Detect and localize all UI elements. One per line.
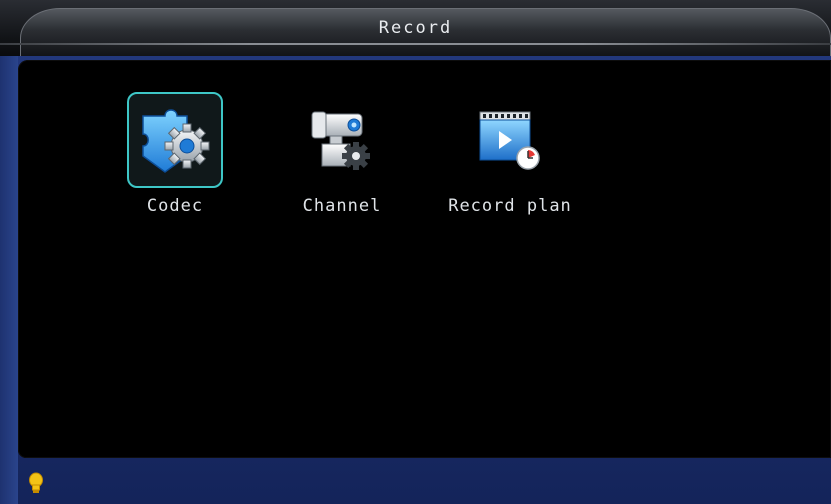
frame-border: [0, 56, 18, 504]
title-bar: Record: [0, 0, 831, 56]
status-bar: [18, 462, 831, 504]
menu-item-label: Codec: [146, 196, 204, 216]
page-title: Record: [378, 18, 453, 38]
menu-item-codec[interactable]: Codec: [95, 92, 255, 232]
title-divider: [0, 43, 831, 45]
codec-icon-frame[interactable]: [127, 92, 223, 188]
codec-icon: [142, 109, 210, 173]
menu-item-record-plan[interactable]: Record plan: [430, 92, 590, 232]
menu-item-channel[interactable]: Channel: [262, 92, 422, 232]
record-plan-icon-frame[interactable]: [462, 92, 558, 188]
channel-icon-frame[interactable]: [294, 92, 390, 188]
lightbulb-icon: [29, 472, 43, 493]
record-screen: Record Codec Channel Record plan: [0, 0, 831, 504]
record-plan-icon: [479, 111, 540, 170]
menu-item-label: Channel: [302, 196, 382, 216]
channel-icon: [311, 111, 370, 170]
menu-item-label: Record plan: [448, 196, 572, 216]
